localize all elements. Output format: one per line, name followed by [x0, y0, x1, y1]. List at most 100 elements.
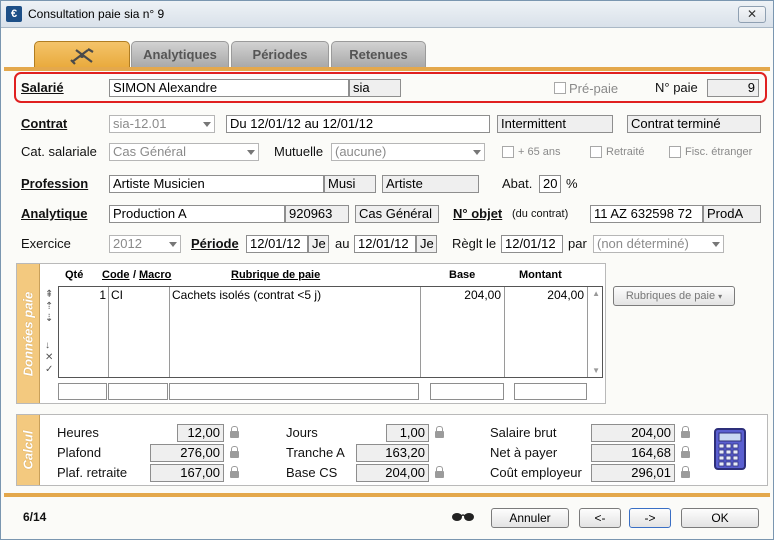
tab-retenues[interactable]: Retenues: [331, 41, 426, 67]
lock-icon[interactable]: [435, 466, 444, 478]
row-qte: 1: [99, 288, 106, 302]
rubriques-de-paie-button[interactable]: Rubriques de paie ▾: [613, 286, 735, 306]
new-montant-input[interactable]: [514, 383, 587, 400]
cout-employeur-field: 296,01: [591, 464, 675, 482]
retraite-checkbox[interactable]: [590, 146, 602, 158]
exercice-label: Exercice: [21, 236, 71, 251]
contrat-status-field: Contrat terminé: [627, 115, 761, 133]
col-rubrique[interactable]: Rubrique de paie: [231, 269, 320, 281]
cat-select[interactable]: Cas Général: [109, 143, 259, 161]
move-up-icon[interactable]: ⇡: [45, 301, 53, 312]
salaire-brut-label: Salaire brut: [490, 425, 557, 440]
move-down-small-icon[interactable]: ⇣: [45, 313, 53, 324]
fisc-checkbox[interactable]: [669, 146, 681, 158]
window: € Consultation paie sia n° 9 ✕ Analytiqu…: [0, 0, 774, 540]
glasses-icon[interactable]: [451, 511, 475, 523]
col-base: Base: [449, 269, 476, 281]
new-rubrique-input[interactable]: [169, 383, 419, 400]
base-cs-label: Base CS: [286, 465, 338, 480]
profession-field[interactable]: Artiste Musicien: [109, 175, 324, 193]
contrat-value: sia-12.01: [113, 116, 167, 131]
heures-label: Heures: [57, 425, 99, 440]
plaf-retraite-field: 167,00: [150, 464, 224, 482]
col-slash: /: [133, 269, 137, 281]
validate-row-icon[interactable]: ✓: [45, 364, 53, 375]
donnees-paie-grid[interactable]: 1 CI Cachets isolés (contrat <5 j) 204,0…: [58, 286, 603, 378]
periode-to-field[interactable]: 12/01/12: [354, 235, 416, 253]
new-base-input[interactable]: [430, 383, 504, 400]
move-top-icon[interactable]: ⇞: [45, 289, 53, 300]
donnees-paie-side-tab: Données paie: [17, 264, 40, 403]
new-qte-input[interactable]: [58, 383, 107, 400]
profession-label[interactable]: Profession: [21, 176, 88, 191]
row-montant: 204,00: [547, 288, 584, 302]
tab-main[interactable]: [34, 41, 130, 69]
par-select[interactable]: (non déterminé): [593, 235, 724, 253]
contrat-dates-field: Du 12/01/12 au 12/01/12: [226, 115, 490, 133]
previous-button[interactable]: <-: [579, 508, 621, 528]
col-qte: Qté: [65, 269, 84, 281]
abat-label: Abat.: [502, 176, 533, 191]
abat-field[interactable]: 20: [539, 175, 561, 193]
lock-icon[interactable]: [681, 466, 690, 478]
lock-icon[interactable]: [681, 446, 690, 458]
prepaie-label: Pré-paie: [569, 81, 619, 96]
calculator-icon[interactable]: [714, 428, 746, 470]
chevron-down-icon: [712, 242, 720, 247]
salarie-label[interactable]: Salarié: [21, 80, 64, 95]
lock-icon[interactable]: [230, 426, 239, 438]
tab-underline: [4, 67, 770, 71]
table-row[interactable]: 1 CI Cachets isolés (contrat <5 j) 204,0…: [59, 287, 587, 303]
nobjet-code-field: ProdA: [703, 205, 761, 223]
col-macro[interactable]: Macro: [139, 269, 171, 281]
nobjet-field[interactable]: 11 AZ 632598 72: [590, 205, 703, 223]
periode-label[interactable]: Période: [191, 236, 239, 251]
col-montant: Montant: [519, 269, 562, 281]
rubriques-de-paie-label: Rubriques de paie: [625, 290, 716, 302]
scroll-up-icon[interactable]: ▲: [592, 289, 600, 298]
lock-icon[interactable]: [435, 426, 444, 438]
salarie-name-field[interactable]: SIMON Alexandre: [109, 79, 349, 97]
contrat-label[interactable]: Contrat: [21, 116, 67, 131]
scroll-down-icon[interactable]: ▼: [592, 366, 600, 375]
close-button[interactable]: ✕: [738, 6, 766, 23]
contrat-select[interactable]: sia-12.01: [109, 115, 215, 133]
move-bottom-icon[interactable]: ↓: [45, 340, 50, 351]
lock-icon[interactable]: [681, 426, 690, 438]
analytique-field[interactable]: Production A: [109, 205, 285, 223]
reglt-field[interactable]: 12/01/12: [501, 235, 563, 253]
cout-employeur-label: Coût employeur: [490, 465, 582, 480]
new-code-input[interactable]: [108, 383, 168, 400]
plus65-checkbox[interactable]: [502, 146, 514, 158]
net-a-payer-field: 164,68: [591, 444, 675, 462]
prepaie-checkbox[interactable]: [554, 82, 566, 94]
mutuelle-value: (aucune): [335, 144, 387, 159]
base-cs-field: 204,00: [356, 464, 429, 482]
chevron-down-icon: [203, 122, 211, 127]
pager-text: 6/14: [23, 510, 47, 524]
tab-analytiques[interactable]: Analytiques: [131, 41, 229, 67]
calcul-panel: Calcul Heures 12,00 Plafond 276,00 Plaf.…: [16, 414, 768, 486]
donnees-paie-panel: Données paie Qté Code / Macro Rubrique d…: [16, 263, 606, 404]
delete-row-icon[interactable]: ✕: [45, 352, 53, 363]
heures-field: 12,00: [177, 424, 224, 442]
lock-icon[interactable]: [230, 446, 239, 458]
col-code[interactable]: Code: [102, 269, 130, 281]
lock-icon[interactable]: [230, 466, 239, 478]
exercice-select[interactable]: 2012: [109, 235, 181, 253]
nobjet-label[interactable]: N° objet: [453, 206, 502, 221]
nobjet-sub-label: (du contrat): [512, 208, 569, 220]
fisc-label: Fisc. étranger: [685, 146, 753, 158]
mutuelle-label: Mutuelle: [274, 144, 324, 159]
ok-button[interactable]: OK: [681, 508, 759, 528]
mutuelle-select[interactable]: (aucune): [331, 143, 485, 161]
analytique-label[interactable]: Analytique: [21, 206, 87, 221]
row-code: CI: [111, 288, 123, 302]
salarie-code-field: sia: [349, 79, 401, 97]
next-button[interactable]: ->: [629, 508, 671, 528]
annuler-button[interactable]: Annuler: [491, 508, 569, 528]
tab-periodes[interactable]: Périodes: [231, 41, 329, 67]
donnees-paie-label: Données paie: [20, 291, 36, 376]
chevron-down-icon: [473, 150, 481, 155]
periode-from-field[interactable]: 12/01/12: [246, 235, 308, 253]
